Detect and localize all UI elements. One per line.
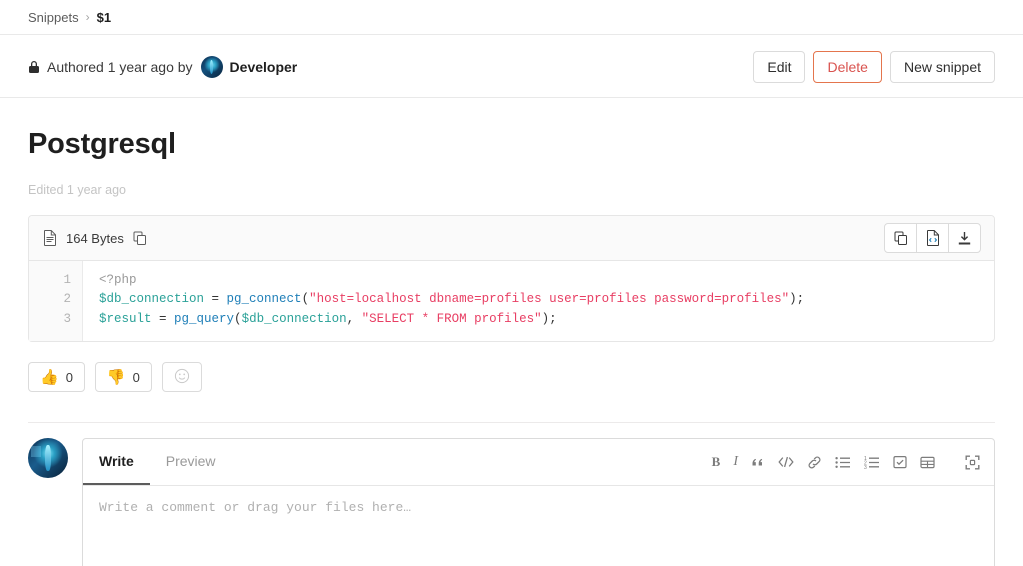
bold-icon[interactable]: B: [712, 454, 721, 470]
file-action-buttons: [884, 223, 981, 253]
code-token: pg_connect: [226, 292, 302, 307]
code-token: (: [234, 311, 242, 326]
code-viewer: 123 <?php $db_connection = pg_connect("ho…: [29, 261, 994, 342]
snippet-file-card: 164 Bytes 1 2 3 <?php $db_connection = p…: [28, 215, 995, 343]
edit-button[interactable]: Edit: [753, 51, 806, 83]
breadcrumb-link-snippets[interactable]: Snippets: [28, 10, 79, 25]
snippet-actions: Edit Delete New snippet: [753, 51, 995, 83]
snippet-content: Postgresql Edited 1 year ago 164 Bytes 1…: [0, 128, 1023, 566]
breadcrumb-separator-icon: ›: [85, 10, 90, 24]
code-token: $result: [99, 311, 152, 326]
thumbs-down-count: 0: [132, 369, 140, 385]
thumbs-up-award-button[interactable]: 👍 0: [28, 362, 85, 393]
tab-preview[interactable]: Preview: [150, 439, 232, 485]
comment-placeholder: Write a comment or drag your files here…: [99, 500, 412, 516]
new-snippet-button[interactable]: New snippet: [889, 51, 995, 83]
file-document-icon: [43, 230, 57, 246]
comment-form: Write Preview B I 1 2 3 Write a comment …: [28, 438, 995, 566]
open-raw-file-icon[interactable]: [916, 223, 949, 253]
breadcrumb-current: $1: [96, 9, 112, 25]
line-number-gutter: 1 2 3: [29, 261, 83, 342]
avatar[interactable]: [200, 56, 223, 78]
link-icon[interactable]: [807, 455, 822, 470]
quote-icon[interactable]: [751, 455, 765, 469]
lock-icon: [28, 60, 40, 74]
code-token: ,: [346, 311, 362, 326]
line-number: 2: [63, 292, 71, 307]
code-token: $db_connection: [241, 311, 347, 326]
authored-text: Authored 1 year ago by: [47, 59, 193, 75]
code-token: =: [151, 311, 175, 326]
add-reaction-button[interactable]: [161, 362, 202, 393]
download-icon[interactable]: [948, 223, 981, 253]
code-line: $result = pg_query($db_connection, "SELE…: [99, 310, 994, 329]
breadcrumb: Snippets › $1: [0, 0, 1023, 34]
snippet-page: Snippets › $1 Authored 1 year ago by Dev…: [0, 0, 1023, 566]
file-meta: 164 Bytes: [43, 230, 147, 246]
svg-text:3: 3: [864, 465, 867, 469]
thumbs-up-icon: 👍: [40, 368, 59, 386]
thumbs-down-icon: 👎: [106, 368, 126, 386]
tab-write[interactable]: Write: [83, 439, 150, 486]
code-token: <?php: [99, 273, 137, 287]
thumbs-up-count: 0: [65, 369, 73, 385]
copy-icon[interactable]: [133, 231, 147, 246]
fullscreen-icon[interactable]: [965, 455, 980, 470]
code-line: <?php: [99, 271, 994, 290]
code-content[interactable]: <?php $db_connection = pg_connect("host=l…: [83, 261, 994, 341]
line-number: 3: [63, 311, 71, 326]
comment-tabbar: Write Preview B I 1 2 3: [83, 439, 994, 487]
header-divider: [0, 97, 1023, 98]
numbered-list-icon[interactable]: 1 2 3: [864, 456, 880, 469]
code-icon[interactable]: [778, 456, 794, 468]
page-title: Postgresql: [28, 128, 176, 160]
comment-tabs: Write Preview: [83, 439, 232, 486]
code-token: (: [301, 292, 310, 307]
code-line: $db_connection = pg_connect("host=localh…: [99, 290, 994, 309]
code-token: );: [789, 292, 805, 307]
code-token: =: [204, 292, 227, 307]
thumbs-down-award-button[interactable]: 👎 0: [94, 362, 152, 393]
code-token: );: [541, 311, 557, 326]
markdown-toolbar: B I 1 2 3: [712, 454, 980, 470]
code-token: "host=localhost dbname=profiles user=pro…: [309, 292, 790, 307]
file-size-label: 164 Bytes: [66, 230, 124, 246]
comment-editor: Write Preview B I 1 2 3 Write a comment …: [82, 438, 995, 566]
italic-icon[interactable]: I: [733, 454, 738, 470]
code-token: pg_query: [174, 311, 235, 326]
author-line: Authored 1 year ago by Developer: [28, 56, 297, 78]
code-token: $db_connection: [99, 292, 205, 307]
line-number: 1: [63, 273, 71, 287]
snippet-header: Authored 1 year ago by Developer Edit De…: [0, 35, 1023, 97]
task-list-icon[interactable]: [893, 455, 907, 469]
add-reaction-smiley-icon: [174, 368, 190, 387]
comment-section-divider: [28, 422, 995, 424]
comment-input[interactable]: Write a comment or drag your files here…: [83, 486, 994, 529]
bullet-list-icon[interactable]: [835, 456, 851, 469]
code-token: "SELECT * FROM profiles": [361, 311, 542, 326]
delete-button[interactable]: Delete: [813, 51, 882, 83]
author-name[interactable]: Developer: [230, 59, 298, 75]
avatar: [28, 438, 68, 479]
copy-contents-icon[interactable]: [884, 223, 917, 253]
table-icon[interactable]: [920, 456, 935, 469]
edited-note: Edited 1 year ago: [28, 183, 126, 197]
file-header: 164 Bytes: [29, 216, 994, 261]
award-emoji-bar: 👍 0 👎 0: [28, 362, 995, 393]
